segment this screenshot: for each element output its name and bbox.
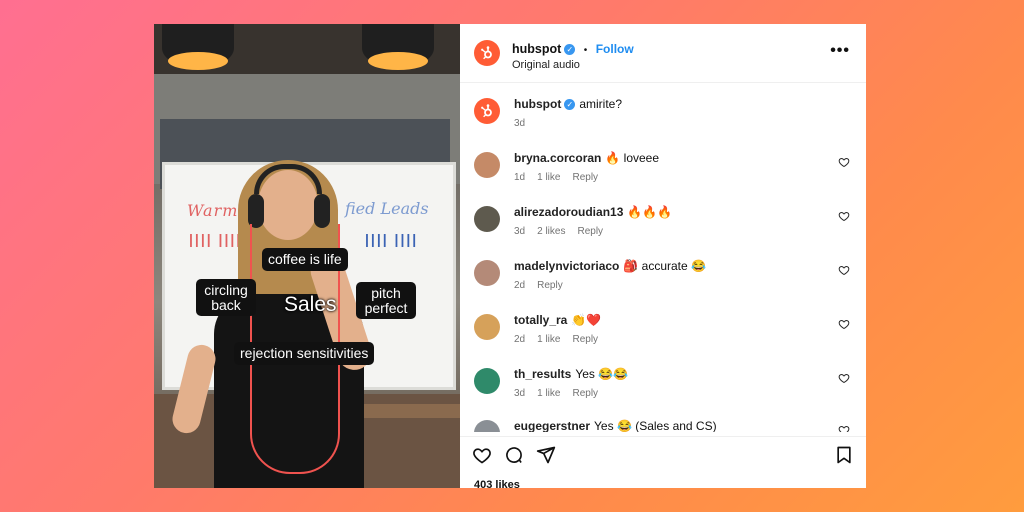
- comment-likes[interactable]: 1 like: [537, 388, 560, 399]
- like-comment-heart-icon[interactable]: [838, 210, 850, 222]
- like-comment-heart-icon[interactable]: [838, 264, 850, 276]
- comment-text: eugegerstner Yes 😂 (Sales and CS): [514, 419, 717, 432]
- comment-bubble-icon[interactable]: [504, 445, 524, 465]
- caption-circling-back: circling back: [196, 279, 256, 317]
- tally-marks: |||| ||||: [189, 231, 243, 247]
- comment-username[interactable]: eugegerstner: [514, 419, 590, 432]
- caption-username[interactable]: hubspot: [514, 97, 561, 111]
- comment-body: 🔥 loveee: [605, 151, 660, 165]
- audio-label[interactable]: Original audio: [512, 59, 580, 71]
- like-comment-heart-icon[interactable]: [838, 424, 850, 432]
- header-account-line: hubspot ✓ • Follow: [512, 40, 634, 58]
- commenter-avatar[interactable]: [474, 152, 500, 178]
- like-comment-heart-icon[interactable]: [838, 372, 850, 384]
- verified-badge-icon: ✓: [564, 99, 576, 110]
- likes-count[interactable]: 403 likes: [474, 479, 520, 488]
- caption-coffee: coffee is life: [262, 248, 348, 271]
- commenter-avatar[interactable]: [474, 368, 500, 394]
- comment-body: Yes 😂😂: [575, 367, 629, 381]
- caption-rejection: rejection sensitivities: [234, 342, 375, 365]
- caption-pitch-perfect: pitch perfect: [356, 282, 416, 320]
- pendant-lamp: [162, 24, 234, 70]
- caption-age: 3d: [514, 118, 526, 129]
- commenter-avatar[interactable]: [474, 206, 500, 232]
- comment-text: totally_ra 👏❤️: [514, 313, 601, 327]
- comment-username[interactable]: totally_ra: [514, 313, 567, 327]
- like-comment-heart-icon[interactable]: [838, 318, 850, 330]
- comment-age: 2d: [514, 280, 526, 291]
- comment-body: 👏❤️: [571, 313, 602, 327]
- headphone-cup: [248, 194, 264, 228]
- comment-username[interactable]: alirezadoroudian13: [514, 205, 623, 219]
- post-side-panel: hubspot ✓ • Follow Original audio ••• hu…: [460, 24, 866, 488]
- caption-text: hubspot ✓ amirite?: [514, 97, 622, 111]
- follow-button[interactable]: Follow: [596, 42, 634, 56]
- comment-age: 1d: [514, 172, 526, 183]
- comment-age: 3d: [514, 226, 526, 237]
- headphone-cup: [314, 194, 330, 228]
- comment-meta: 2d 1 like Reply: [514, 334, 610, 345]
- more-options-icon[interactable]: •••: [830, 42, 850, 60]
- commenter-avatar[interactable]: [474, 314, 500, 340]
- comment-text: bryna.corcoran 🔥 loveee: [514, 151, 659, 165]
- comment-likes[interactable]: 2 likes: [537, 226, 565, 237]
- caption-meta: 3d: [514, 118, 537, 129]
- action-bar: 403 likes: [460, 436, 866, 488]
- comment-username[interactable]: bryna.corcoran: [514, 151, 601, 165]
- like-comment-heart-icon[interactable]: [838, 156, 850, 168]
- hubspot-logo-icon: [481, 104, 492, 118]
- comment-text: alirezadoroudian13 🔥🔥🔥: [514, 205, 672, 219]
- reply-button[interactable]: Reply: [572, 334, 598, 345]
- separator-dot: •: [583, 45, 588, 56]
- comment-likes[interactable]: 1 like: [537, 172, 560, 183]
- hubspot-avatar[interactable]: [474, 40, 500, 66]
- reply-button[interactable]: Reply: [572, 388, 598, 399]
- reply-button[interactable]: Reply: [537, 280, 563, 291]
- post-header: hubspot ✓ • Follow Original audio •••: [460, 24, 866, 83]
- verified-badge-icon: ✓: [564, 44, 576, 55]
- pendant-lamp: [362, 24, 434, 70]
- instagram-post-frame: Warm C fied Leads |||| |||| |||| |||| co…: [154, 24, 866, 488]
- comment-body: 🎒 accurate 😂: [623, 259, 706, 273]
- comment-meta: 3d 2 likes Reply: [514, 226, 615, 237]
- account-name[interactable]: hubspot: [512, 42, 561, 56]
- commenter-avatar[interactable]: [474, 260, 500, 286]
- like-heart-icon[interactable]: [472, 445, 492, 465]
- tally-marks: |||| ||||: [365, 231, 419, 247]
- bookmark-icon[interactable]: [834, 445, 854, 465]
- comment-text: th_results Yes 😂😂: [514, 367, 628, 381]
- reply-button[interactable]: Reply: [577, 226, 603, 237]
- share-send-icon[interactable]: [536, 445, 556, 465]
- reel-video[interactable]: Warm C fied Leads |||| |||| |||| |||| co…: [154, 24, 460, 488]
- comment-likes[interactable]: 1 like: [537, 334, 560, 345]
- hubspot-avatar[interactable]: [474, 98, 500, 124]
- comment-body: 🔥🔥🔥: [627, 205, 673, 219]
- comment-meta: 2d Reply: [514, 280, 575, 291]
- comments-list[interactable]: hubspot ✓ amirite? 3d bryna.corcoran 🔥 love…: [460, 82, 866, 432]
- reply-button[interactable]: Reply: [572, 172, 598, 183]
- comment-username[interactable]: madelynvictoriaco: [514, 259, 619, 273]
- comment-age: 2d: [514, 334, 526, 345]
- commenter-avatar[interactable]: [474, 420, 500, 432]
- comment-username[interactable]: th_results: [514, 367, 571, 381]
- caption-body: amirite?: [579, 97, 623, 111]
- caption-sales: Sales: [284, 293, 337, 316]
- hubspot-logo-icon: [481, 46, 492, 60]
- comment-text: madelynvictoriaco 🎒 accurate 😂: [514, 259, 706, 273]
- comment-meta: 3d 1 like Reply: [514, 388, 610, 399]
- whiteboard-text-right: fied Leads: [345, 199, 429, 218]
- comment-meta: 1d 1 like Reply: [514, 172, 610, 183]
- comment-age: 3d: [514, 388, 526, 399]
- comment-body: Yes 😂 (Sales and CS): [594, 419, 717, 432]
